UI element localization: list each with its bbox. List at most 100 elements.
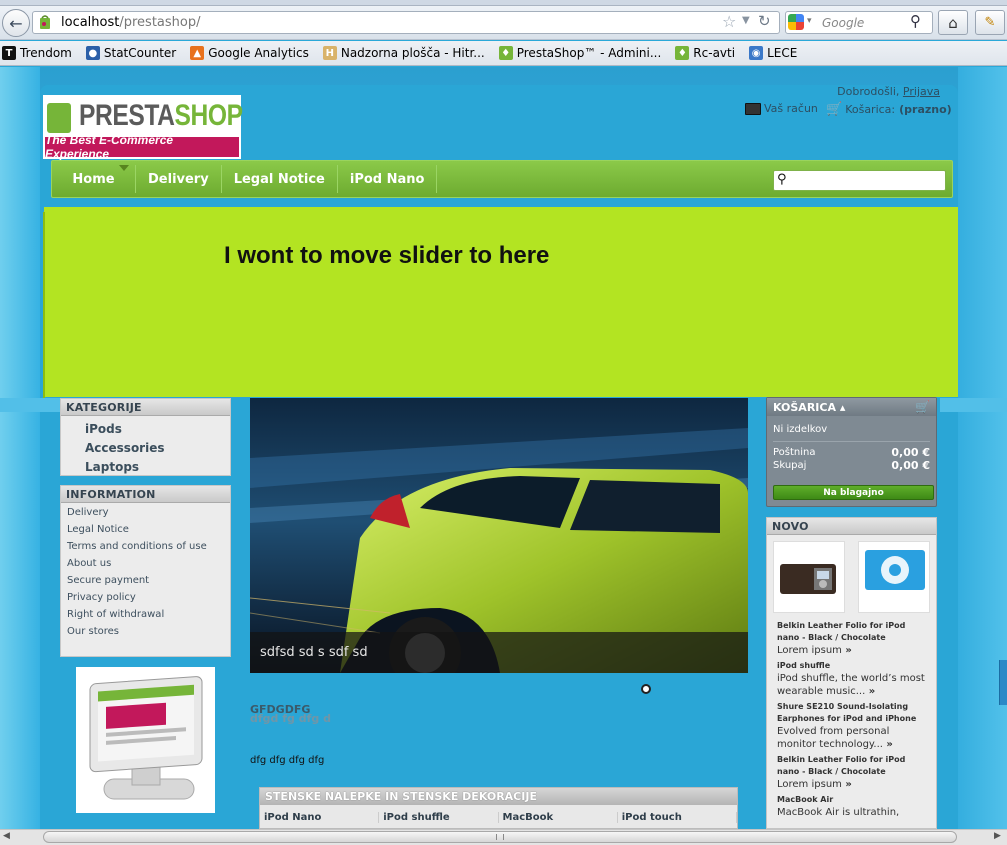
checkout-button[interactable]: Na blagajno (773, 485, 934, 500)
collapse-up-icon[interactable]: ▴ (840, 401, 846, 414)
menu-item-home[interactable]: Home (52, 165, 136, 193)
home-button[interactable]: ⌂ (938, 10, 968, 35)
shipping-label: Poštnina (773, 447, 816, 458)
lece-icon: ◉ (749, 46, 764, 60)
logo-wordmark: PRESTASHOP (79, 99, 243, 132)
bookmark-label: Google Analytics (208, 46, 309, 60)
cart-block-header[interactable]: KOŠARICA ▴ 🛒 (767, 398, 936, 416)
vertical-scrollbar-edge[interactable] (999, 660, 1007, 705)
new-product-title[interactable]: Shure SE210 Sound-Isolating Earphones fo… (777, 701, 926, 725)
bookmark-item[interactable]: ▲ Google Analytics (188, 42, 311, 64)
bookmark-item[interactable]: ● StatCounter (84, 42, 178, 64)
trendom-icon: T (2, 46, 16, 60)
information-list: Delivery Legal Notice Terms and conditions… (61, 503, 230, 645)
computer-monitor-icon (89, 676, 203, 800)
information-title: INFORMATION (61, 486, 230, 503)
dashboard-icon: H (322, 46, 337, 60)
prestashop-icon: ♦ (675, 46, 690, 60)
header-cart-link[interactable]: 🛒 Košarica: (prazno) (826, 102, 952, 117)
slider-caption: sdfsd sd s sdf sd (250, 632, 748, 673)
menu-item-delivery[interactable]: Delivery (136, 165, 222, 193)
content-text: dfg dfg dfg dfg (250, 755, 325, 766)
bookmark-item[interactable]: ♦ Rc-avti (673, 42, 737, 64)
table-column-header[interactable]: iPod Nano (260, 812, 380, 823)
home-icon: ⌂ (948, 13, 958, 32)
categories-title: KATEGORIJE (61, 399, 230, 416)
information-link[interactable]: Privacy policy (67, 591, 224, 604)
extension-button[interactable]: ✎ (975, 10, 1005, 35)
content-subtitle: dfgd fg dfg d (250, 712, 331, 725)
bookmark-label: Trendom (20, 46, 72, 60)
table-column-header[interactable]: MacBook (499, 812, 618, 823)
new-product-title[interactable]: Belkin Leather Folio for iPod nano - Bla… (777, 620, 926, 644)
bookmark-label: LECE (767, 46, 798, 60)
account-link[interactable]: Vaš račun (745, 102, 818, 115)
information-link[interactable]: Secure payment (67, 574, 224, 587)
information-link[interactable]: Terms and conditions of use (67, 540, 224, 553)
information-link[interactable]: Delivery (67, 506, 224, 519)
bookmark-item[interactable]: ◉ LECE (747, 42, 799, 64)
product-image-shuffle[interactable] (858, 541, 930, 613)
category-link[interactable]: Accessories (85, 439, 230, 458)
shipping-value: 0,00 € (891, 446, 930, 459)
new-products-block: NOVO Belkin Leather Folio for iPod nano … (766, 517, 937, 829)
information-link[interactable]: About us (67, 557, 224, 570)
new-product-title[interactable]: iPod shuffle (777, 660, 926, 672)
page-glow-right (958, 67, 1007, 829)
bookmark-star-icon[interactable]: ☆ (722, 12, 736, 31)
google-engine-icon[interactable] (788, 14, 804, 30)
prestashop-icon: ♦ (498, 46, 513, 60)
url-path: /prestashop/ (119, 15, 201, 30)
shop-search-input[interactable] (773, 170, 946, 191)
cart-icon: 🛒 (915, 400, 930, 414)
more-arrow-icon[interactable]: » (883, 739, 892, 750)
menu-item-ipod-nano[interactable]: iPod Nano (338, 165, 438, 193)
cart-empty-text: Ni izdelkov (773, 424, 828, 435)
new-product-title[interactable]: MacBook Air (777, 794, 926, 806)
arrow-left-icon: ← (9, 13, 23, 33)
scroll-right-icon[interactable]: ▶ (994, 831, 1001, 841)
url-history-dropdown-icon[interactable]: ▼ (742, 15, 750, 26)
more-arrow-icon[interactable]: » (842, 645, 851, 656)
new-product-desc: Evolved from personal monitor technology… (777, 726, 893, 750)
shopping-bag-icon (47, 103, 71, 133)
statcounter-icon: ● (85, 46, 100, 60)
more-arrow-icon[interactable]: » (842, 779, 851, 790)
login-link[interactable]: Prijava (903, 85, 940, 98)
new-product-desc: iPod shuffle, the world’s most wearable … (777, 673, 925, 697)
search-engine-dropdown-icon[interactable]: ▾ (807, 16, 812, 26)
bookmark-item[interactable]: H Nadzorna plošča - Hitr... (321, 42, 487, 64)
table-column-header[interactable]: iPod shuffle (379, 812, 499, 823)
logo-tagline: The Best E-Commerce Experience (45, 133, 239, 161)
table-column-header[interactable]: iPod touch (618, 812, 737, 823)
information-link[interactable]: Legal Notice (67, 523, 224, 536)
advertising-image[interactable] (76, 667, 215, 813)
product-image-folio[interactable] (773, 541, 845, 613)
glow-band-left (0, 398, 60, 412)
more-arrow-icon[interactable]: » (865, 686, 875, 697)
category-link[interactable]: Laptops (85, 458, 230, 477)
information-link[interactable]: Our stores (67, 625, 224, 638)
url-host: localhost (61, 15, 120, 30)
shop-logo[interactable]: PRESTASHOP The Best E-Commerce Experienc… (43, 95, 243, 161)
extension-icon: ✎ (984, 15, 996, 30)
reload-icon[interactable]: ↻ (758, 12, 771, 30)
new-product-title[interactable]: Belkin Leather Folio for iPod nano - Bla… (777, 754, 926, 778)
search-placeholder: Google (822, 15, 865, 30)
menu-item-legal-notice[interactable]: Legal Notice (222, 165, 338, 193)
page-glow-left (0, 67, 40, 829)
category-link[interactable]: iPods (85, 420, 230, 439)
decorations-table: STENSKE NALEPKE IN STENSKE DEKORACIJE iP… (259, 787, 738, 829)
back-button[interactable]: ← (2, 9, 30, 37)
url-bar[interactable]: localhost/prestashop/ (32, 11, 780, 34)
search-icon[interactable]: ⚲ (777, 172, 787, 187)
search-icon[interactable]: ⚲ (910, 12, 921, 30)
slider-pager-dot[interactable] (641, 684, 651, 694)
information-link[interactable]: Right of withdrawal (67, 608, 224, 621)
scroll-left-icon[interactable]: ◀ (3, 831, 10, 841)
bookmark-item[interactable]: T Trendom (0, 42, 74, 64)
glow-band-right (940, 398, 1007, 412)
cart-block: KOŠARICA ▴ 🛒 Ni izdelkov Poštnina 0,00 € S… (766, 397, 937, 507)
bookmark-item[interactable]: ♦ PrestaShop™ - Admini... (497, 42, 664, 64)
bookmarks-toolbar: T Trendom ● StatCounter ▲ Google Analytics H Na… (0, 41, 1007, 66)
